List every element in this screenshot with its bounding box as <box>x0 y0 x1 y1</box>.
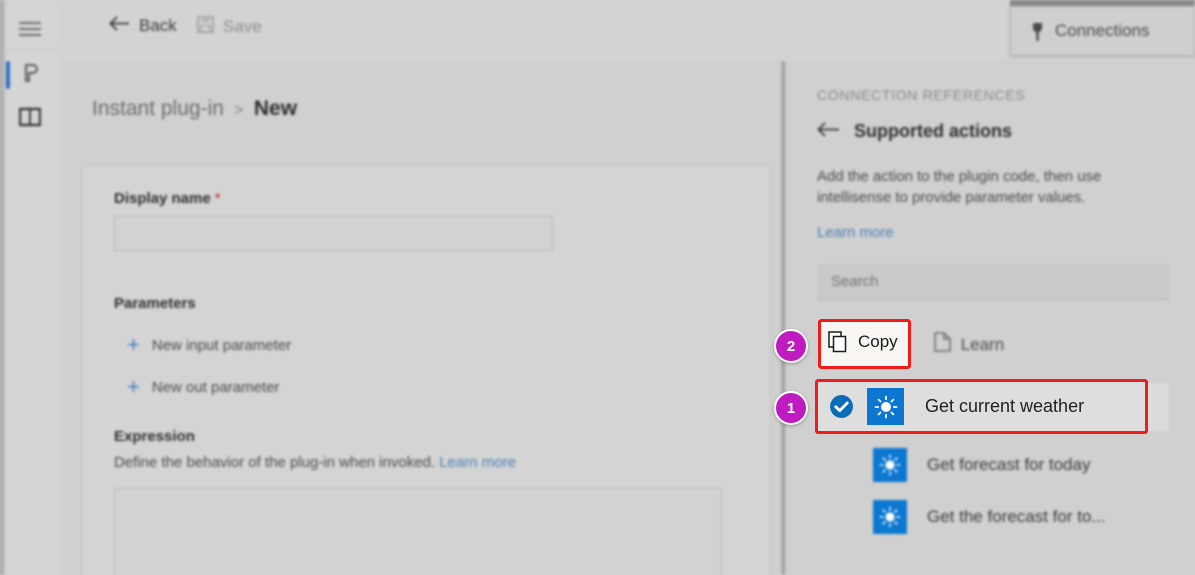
sun-icon <box>879 454 901 476</box>
action-row-get-forecast-for-today[interactable]: Get forecast for today <box>817 441 1169 489</box>
breadcrumb-current: New <box>253 97 298 120</box>
save-button[interactable]: Save <box>197 16 262 38</box>
selected-check-focus <box>815 394 867 419</box>
display-name-label-text: Display name <box>114 190 211 207</box>
selected-action-row-label-focus: Get current weather <box>925 396 1085 416</box>
sidebar-item-library[interactable] <box>12 101 48 137</box>
sidebar-item-plugins[interactable] <box>12 57 48 93</box>
hamburger-icon <box>19 21 41 42</box>
new-out-parameter-button[interactable]: + New out parameter <box>127 376 279 398</box>
supported-actions-heading-text: Supported actions <box>854 121 1013 141</box>
learn-button-label: Learn <box>960 334 1005 354</box>
expression-label: Expression <box>114 428 195 445</box>
action-row-label: Get the forecast for to... <box>927 507 1106 526</box>
hamburger-menu-button[interactable] <box>12 13 48 49</box>
document-icon <box>933 332 951 357</box>
step-badge-2: 2 <box>774 329 808 363</box>
sun-icon <box>874 395 897 418</box>
book-icon <box>18 107 42 132</box>
connections-button[interactable]: Connections <box>1010 6 1195 56</box>
left-rail <box>0 0 60 575</box>
app-window: Back Save Connections Instant plug-in > … <box>0 0 1195 575</box>
connection-references-title: CONNECTION REFERENCES <box>817 87 1026 103</box>
expression-description-text: Define the behavior of the plug-in when … <box>114 454 436 471</box>
new-out-parameter-label: New out parameter <box>151 378 280 396</box>
connections-button-label: Connections <box>1055 21 1150 40</box>
breadcrumb-parent[interactable]: Instant plug-in <box>92 97 224 121</box>
supported-actions-panel: CONNECTION REFERENCES Supported actions … <box>789 61 1195 575</box>
plugin-form-card: Display name * Parameters + New input par… <box>81 165 771 575</box>
panel-description: Add the action to the plugin code, then … <box>817 168 1102 207</box>
selected-action-row-focus[interactable]: Get current weather <box>815 379 1148 434</box>
expression-description: Define the behavior of the plug-in when … <box>114 454 516 471</box>
step-badge-1: 1 <box>774 391 808 425</box>
learn-button[interactable]: Learn <box>924 326 1014 363</box>
breadcrumb: Instant plug-in > New <box>92 97 297 121</box>
back-button-label: Back <box>139 16 177 35</box>
top-command-bar: Back Save Connections <box>59 0 1195 62</box>
weather-tile <box>873 500 907 534</box>
copy-button-focus[interactable]: Copy <box>818 319 911 369</box>
main-content: Instant plug-in > New Display name * Para… <box>59 61 783 575</box>
back-button[interactable]: Back <box>109 16 177 36</box>
expression-textarea[interactable] <box>114 488 722 575</box>
new-input-parameter-label: New input parameter <box>151 336 292 354</box>
display-name-label: Display name * <box>114 190 221 207</box>
display-name-input[interactable] <box>114 216 553 251</box>
check-circle-icon <box>829 395 853 418</box>
copy-icon <box>828 331 848 358</box>
arrow-left-icon <box>109 16 130 36</box>
plus-icon: + <box>127 374 140 399</box>
save-icon <box>197 16 214 38</box>
panel-back-icon[interactable] <box>817 121 840 142</box>
search-input[interactable]: Search <box>817 264 1169 300</box>
expression-learn-more-link[interactable]: Learn more <box>439 454 516 471</box>
required-marker: * <box>214 190 221 207</box>
plugin-icon <box>19 62 41 89</box>
search-placeholder: Search <box>831 273 879 290</box>
weather-tile-focus <box>867 388 904 425</box>
save-button-label: Save <box>223 17 262 36</box>
sun-icon <box>879 506 901 528</box>
weather-tile <box>873 448 907 482</box>
plug-icon <box>1029 22 1046 47</box>
supported-actions-heading: Supported actions <box>817 121 1012 142</box>
new-input-parameter-button[interactable]: + New input parameter <box>127 334 291 356</box>
breadcrumb-separator: > <box>233 100 244 119</box>
parameters-label: Parameters <box>114 295 196 312</box>
copy-button-label-focus: Copy <box>858 332 898 351</box>
action-row-get-the-forecast-for-tomorrow[interactable]: Get the forecast for to... <box>817 493 1169 541</box>
panel-learn-more-link[interactable]: Learn more <box>817 224 894 241</box>
rail-selection-indicator <box>6 61 10 89</box>
panel-scrollbar[interactable] <box>777 61 789 575</box>
plus-icon: + <box>127 332 140 357</box>
action-row-label: Get forecast for today <box>927 455 1091 474</box>
